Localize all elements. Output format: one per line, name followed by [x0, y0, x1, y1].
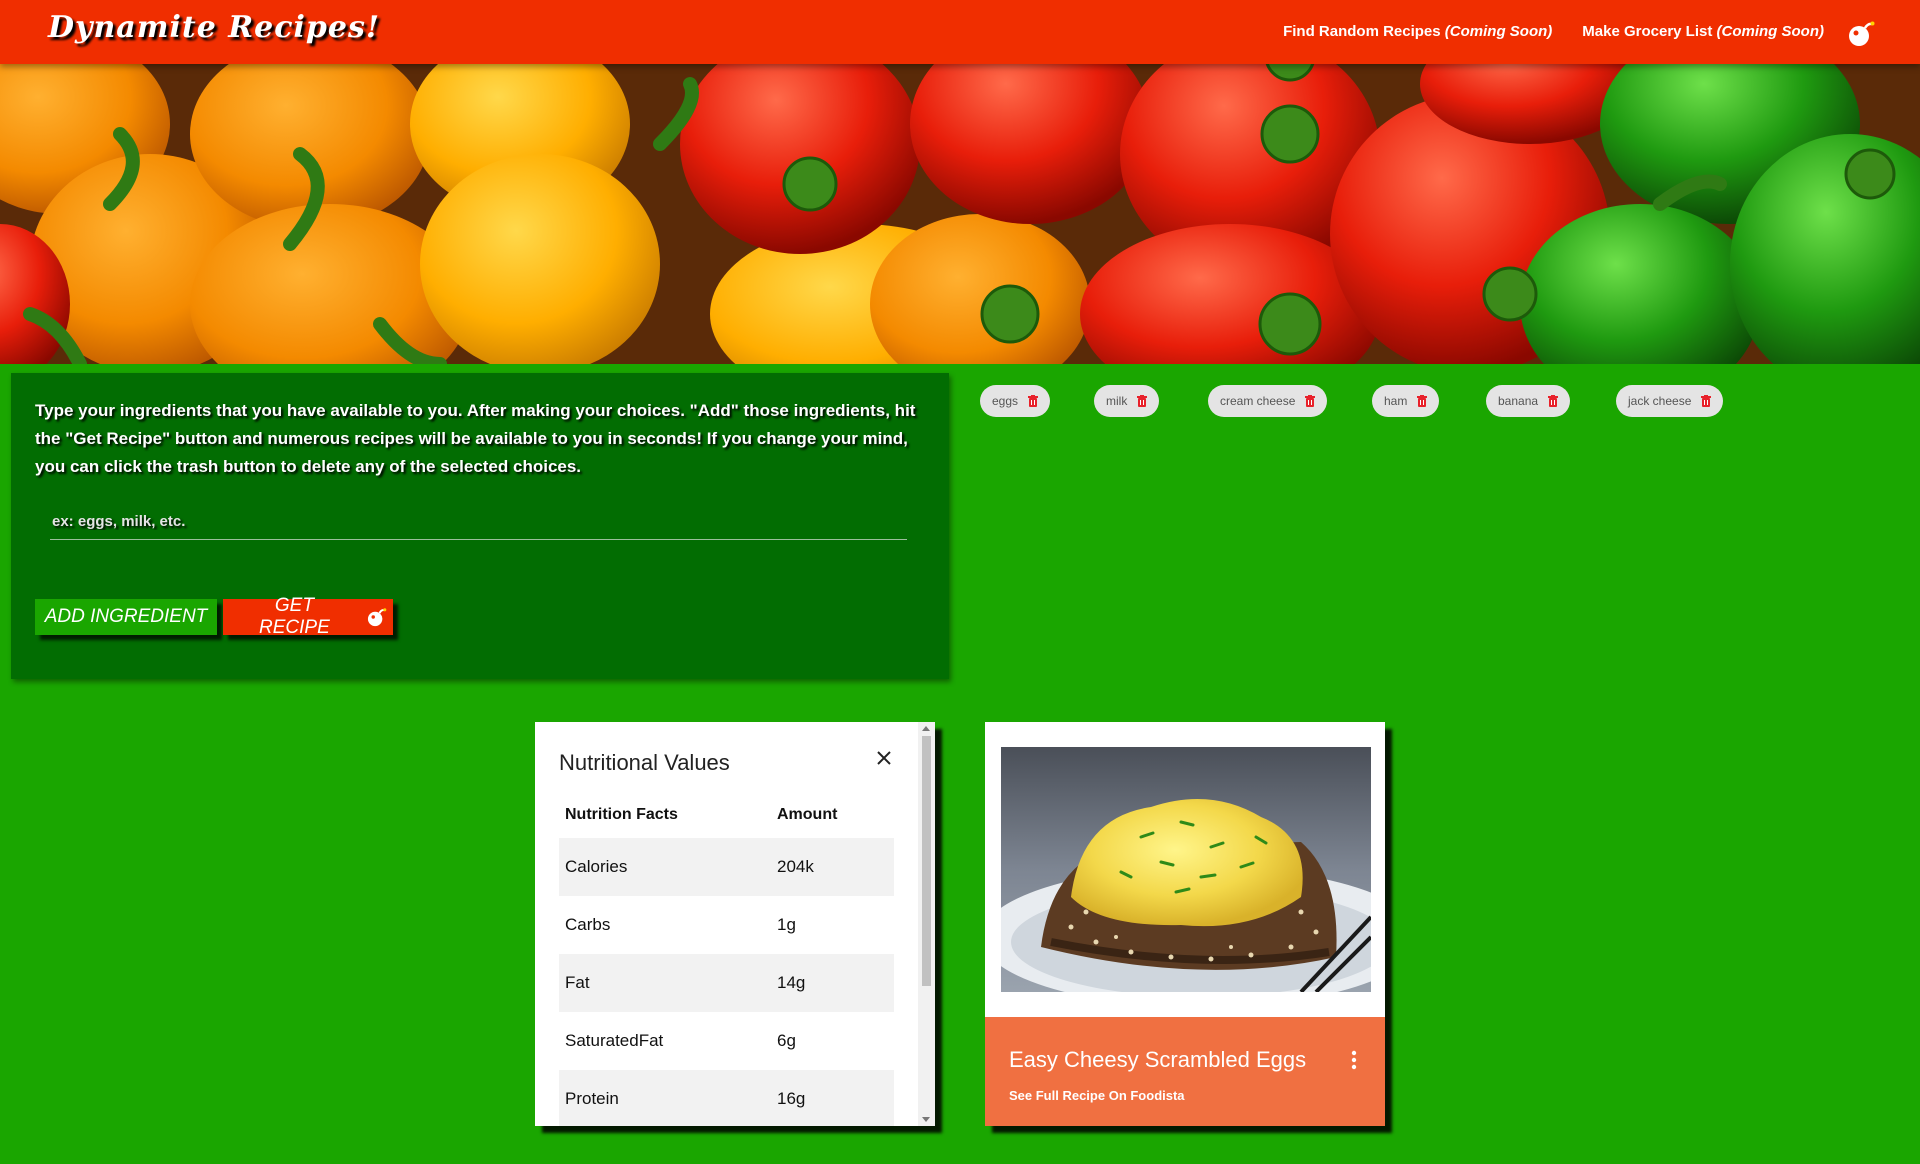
recipe-card-footer: Easy Cheesy Scrambled Eggs See Full Reci… [985, 1017, 1385, 1126]
get-recipe-label: Get Recipe [259, 595, 330, 638]
modal-scrollbar[interactable] [918, 722, 935, 1126]
brand-logo[interactable]: Dynamite Recipes! [48, 10, 380, 45]
scroll-down-arrow-icon[interactable] [922, 1117, 930, 1122]
nav-link-random-recipes[interactable]: Find Random Recipes (Coming Soon) [1283, 23, 1552, 40]
get-recipe-button[interactable]: Get Recipe [223, 595, 393, 638]
add-ingredient-label: Add Ingredient [44, 606, 208, 627]
table-header-row: Nutrition Facts Amount [559, 792, 894, 838]
nav-link-grocery-list[interactable]: Make Grocery List (Coming Soon) [1582, 23, 1824, 40]
nutrient-name: Carbs [565, 915, 611, 934]
modal-title: Nutritional Values [559, 750, 730, 775]
nutrition-modal: Nutritional Values Nutrition Facts Amoun… [535, 722, 935, 1126]
chip-label: ham [1384, 394, 1408, 408]
ingredient-chip: banana [1486, 385, 1571, 417]
nutrient-name: Fat [559, 954, 771, 1012]
column-header: Nutrition Facts [565, 806, 678, 823]
table-row: Fat 14g [559, 954, 894, 1012]
nutrient-amount: 14g [771, 954, 894, 1012]
recipe-image[interactable] [1001, 747, 1371, 992]
trash-icon[interactable] [1028, 395, 1039, 407]
column-header: Amount [777, 806, 838, 823]
trash-icon[interactable] [1417, 395, 1428, 407]
ingredient-input[interactable] [50, 503, 907, 540]
more-vert-icon[interactable] [1346, 1049, 1362, 1071]
table-row: SaturatedFat 6g [559, 1012, 894, 1070]
navbar: Dynamite Recipes! Find Random Recipes (C… [0, 0, 1920, 64]
nutrient-amount: 1g [777, 915, 796, 934]
ingredient-chip: jack cheese [1616, 385, 1724, 417]
table-row: Calories 204k [559, 838, 894, 896]
nutrient-amount: 6g [777, 1031, 796, 1050]
trash-icon[interactable] [1548, 395, 1559, 407]
scroll-up-arrow-icon[interactable] [922, 726, 930, 731]
chip-label: eggs [992, 394, 1019, 408]
nutrient-name: SaturatedFat [565, 1031, 664, 1050]
nutrient-amount: 16g [771, 1070, 894, 1126]
hero-banner-image [0, 64, 1920, 364]
scroll-thumb[interactable] [922, 736, 931, 986]
close-icon[interactable] [872, 746, 896, 770]
chip-label: milk [1106, 394, 1128, 408]
recipe-card: Easy Cheesy Scrambled Eggs See Full Reci… [985, 722, 1385, 1126]
nutrient-name: Protein [559, 1070, 771, 1126]
ingredient-chip: milk [1094, 385, 1160, 417]
nutrient-name: Calories [559, 838, 771, 896]
recipe-title[interactable]: Easy Cheesy Scrambled Eggs [1009, 1047, 1306, 1073]
table-row: Carbs 1g [559, 896, 894, 954]
full-recipe-link[interactable]: See Full Recipe On Foodista [1009, 1088, 1185, 1103]
add-ingredient-button[interactable]: Add Ingredient [35, 599, 217, 635]
nutrition-table: Nutrition Facts Amount Calories 204k Car… [559, 792, 894, 1126]
trash-icon[interactable] [1701, 395, 1712, 407]
chip-label: cream cheese [1220, 394, 1296, 408]
bomb-icon [367, 608, 387, 627]
ingredient-panel: Type your ingredients that you have avai… [11, 373, 949, 679]
ingredient-chip: cream cheese [1208, 385, 1328, 417]
nutrient-amount: 204k [771, 838, 894, 896]
bomb-icon[interactable] [1846, 18, 1876, 48]
table-row: Protein 16g [559, 1070, 894, 1126]
ingredient-chip: eggs [980, 385, 1051, 417]
instructions-text: Type your ingredients that you have avai… [35, 401, 916, 476]
chip-label: banana [1498, 394, 1539, 408]
chip-label: jack cheese [1628, 394, 1692, 408]
trash-icon[interactable] [1305, 395, 1316, 407]
nav-links: Find Random Recipes (Coming Soon) Make G… [1283, 23, 1824, 40]
trash-icon[interactable] [1137, 395, 1148, 407]
ingredient-chip: ham [1372, 385, 1440, 417]
